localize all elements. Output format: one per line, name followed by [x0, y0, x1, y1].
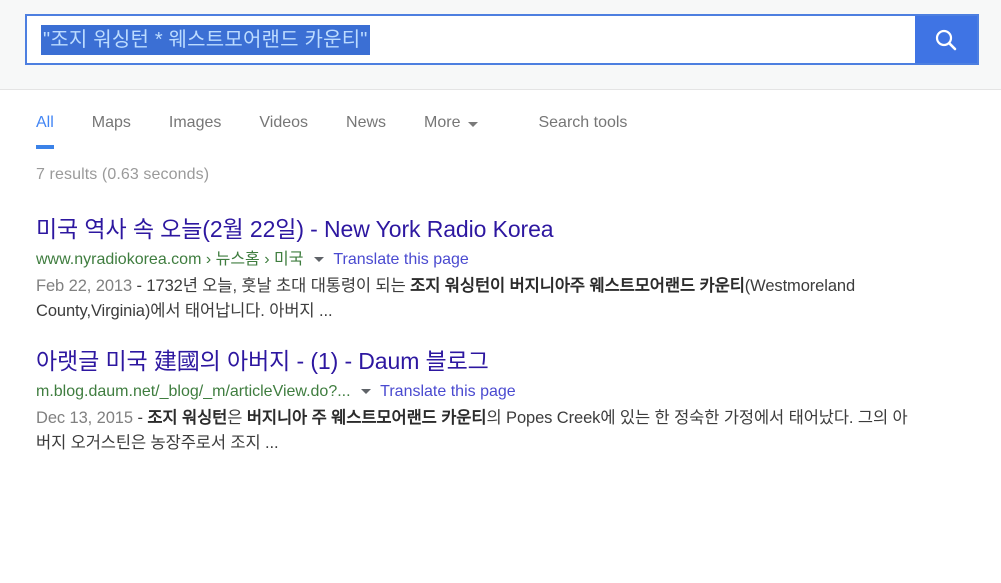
result-snippet: Feb 22, 2013 - 1732년 오늘, 훗날 초대 대통령이 되는 조… [36, 274, 916, 324]
search-button[interactable] [915, 16, 977, 63]
tab-images[interactable]: Images [169, 90, 221, 149]
search-result-item: 미국 역사 속 오늘(2월 22일) - New York Radio Kore… [36, 214, 981, 324]
chevron-down-icon [468, 121, 479, 127]
tab-search-tools[interactable]: Search tools [538, 90, 627, 149]
search-query-text[interactable]: "조지 워싱턴 * 웨스트모어랜드 카운티" [41, 24, 370, 55]
tab-maps-label: Maps [91, 114, 131, 131]
tab-maps[interactable]: Maps [92, 90, 131, 149]
tab-news[interactable]: News [346, 90, 386, 149]
result-snippet-date: Feb 22, 2013 [36, 277, 133, 295]
results-area: 7 results (0.63 seconds) 미국 역사 속 오늘(2월 2… [0, 154, 1001, 456]
result-snippet-body: - 1732년 오늘, 훗날 초대 대통령이 되는 조지 워싱턴이 버지니아주 … [36, 277, 856, 320]
chevron-down-icon[interactable] [313, 257, 324, 262]
result-url[interactable]: m.blog.daum.net/_blog/_m/articleView.do?… [36, 383, 351, 400]
tab-all[interactable]: All [36, 90, 54, 149]
translate-page-link[interactable]: Translate this page [380, 383, 515, 400]
result-stats: 7 results (0.63 seconds) [36, 166, 210, 183]
result-snippet-body: - 조지 워싱턴은 버지니아 주 웨스트모어랜드 카운티의 Popes Cree… [36, 409, 908, 452]
search-header: "조지 워싱턴 * 웨스트모어랜드 카운티" [0, 0, 1001, 90]
tab-more[interactable]: More [424, 90, 479, 149]
tab-videos[interactable]: Videos [259, 90, 308, 149]
chevron-down-icon[interactable] [361, 389, 372, 394]
search-input[interactable]: "조지 워싱턴 * 웨스트모어랜드 카운티" [27, 16, 915, 63]
result-url-line: m.blog.daum.net/_blog/_m/articleView.do?… [36, 381, 981, 403]
tab-all-label: All [36, 114, 54, 131]
search-form: "조지 워싱턴 * 웨스트모어랜드 카운티" [25, 14, 979, 65]
tab-more-label: More [424, 114, 461, 131]
result-title-link[interactable]: 미국 역사 속 오늘(2월 22일) - New York Radio Kore… [36, 214, 981, 244]
translate-page-link[interactable]: Translate this page [333, 251, 468, 268]
tab-videos-label: Videos [259, 114, 309, 131]
result-url-line: www.nyradiokorea.com › 뉴스홈 › 미국 Translat… [36, 249, 981, 271]
search-nav-tabs: All Maps Images Videos News More Search … [0, 90, 1001, 154]
search-icon [933, 27, 959, 53]
result-snippet: Dec 13, 2015 - 조지 워싱턴은 버지니아 주 웨스트모어랜드 카운… [36, 406, 916, 456]
search-result-item: 아랫글 미국 建國의 아버지 - (1) - Daum 블로그 m.blog.d… [36, 346, 981, 456]
tab-news-label: News [346, 114, 387, 131]
result-url[interactable]: www.nyradiokorea.com › 뉴스홈 › 미국 [36, 251, 303, 268]
tab-images-label: Images [168, 114, 222, 131]
tab-search-tools-label: Search tools [538, 114, 628, 131]
result-title-link[interactable]: 아랫글 미국 建國의 아버지 - (1) - Daum 블로그 [36, 346, 981, 376]
result-snippet-date: Dec 13, 2015 [36, 409, 133, 427]
